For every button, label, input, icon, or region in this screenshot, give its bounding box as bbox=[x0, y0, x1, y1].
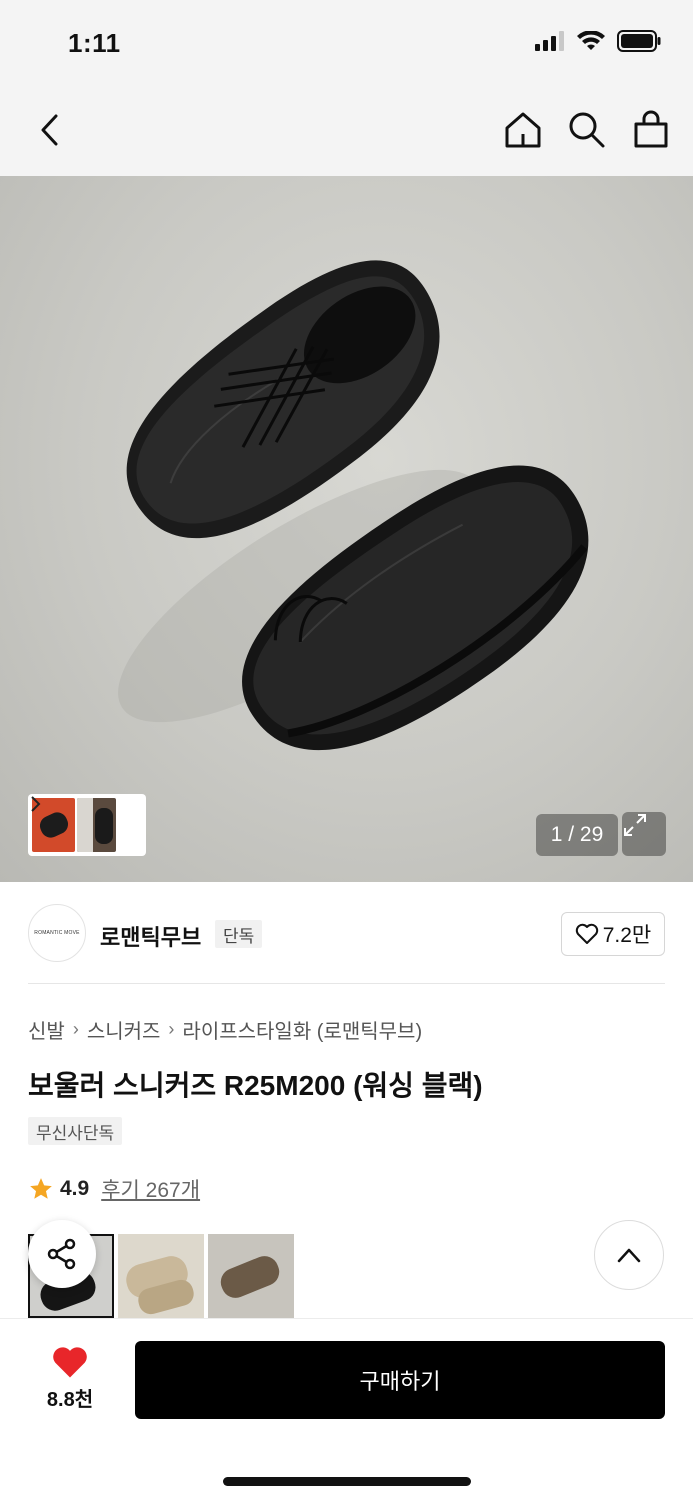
review-thumb[interactable] bbox=[118, 1234, 204, 1318]
status-bar: 1:11 bbox=[0, 0, 693, 88]
breadcrumb-item[interactable]: 라이프스타일화 (로맨틱무브) bbox=[182, 1015, 422, 1044]
nav-actions bbox=[501, 106, 673, 154]
heart-outline-icon bbox=[575, 923, 598, 944]
divider bbox=[28, 983, 665, 984]
review-link[interactable]: 후기 267개 bbox=[101, 1174, 200, 1204]
wishlist-count: 8.8천 bbox=[46, 1389, 94, 1411]
home-icon bbox=[505, 112, 541, 148]
brand-exclusive-tag: 단독 bbox=[215, 920, 263, 948]
share-button[interactable] bbox=[28, 1220, 96, 1288]
rating-value: 4.9 bbox=[60, 1177, 90, 1200]
brand-like-count: 7.2만 bbox=[602, 924, 652, 947]
expand-button[interactable] bbox=[622, 812, 666, 856]
color-variant-strip[interactable] bbox=[28, 794, 146, 856]
chevron-left-icon bbox=[41, 114, 58, 146]
review-thumb[interactable] bbox=[208, 1234, 294, 1318]
wifi-icon bbox=[577, 31, 605, 50]
chevron-up-icon bbox=[617, 1248, 641, 1263]
cart-button[interactable] bbox=[629, 106, 673, 154]
image-page-counter: 1 / 29 bbox=[536, 814, 618, 856]
scroll-top-button[interactable] bbox=[594, 1220, 664, 1290]
back-button[interactable] bbox=[28, 106, 72, 154]
buy-button[interactable]: 구매하기 bbox=[135, 1341, 665, 1419]
variant-more-button[interactable] bbox=[31, 796, 142, 852]
wishlist-button[interactable]: 8.8천 bbox=[30, 1345, 110, 1417]
chevron-right-icon bbox=[31, 796, 41, 812]
chevron-right-icon: › bbox=[168, 1019, 175, 1039]
home-button[interactable] bbox=[501, 106, 545, 154]
expand-icon bbox=[624, 814, 646, 836]
variant-thumb-2[interactable] bbox=[77, 798, 117, 852]
star-icon bbox=[30, 1178, 52, 1199]
brand-name[interactable]: 로맨틱무브 bbox=[100, 920, 201, 952]
heart-filled-icon bbox=[53, 1347, 87, 1378]
exclusive-badge: 무신사단독 bbox=[28, 1117, 123, 1145]
status-time: 1:11 bbox=[68, 28, 121, 58]
breadcrumb: 신발 › 스니커즈 › 라이프스타일화 (로맨틱무브) bbox=[28, 1015, 422, 1044]
breadcrumb-item[interactable]: 신발 bbox=[28, 1015, 65, 1044]
bottom-action-bar: 8.8천 구매하기 bbox=[0, 1318, 693, 1500]
share-icon bbox=[47, 1238, 76, 1270]
brand-logo[interactable]: ROMANTIC MOVE bbox=[28, 904, 86, 962]
search-button[interactable] bbox=[565, 106, 609, 154]
signal-icon bbox=[535, 31, 564, 51]
product-image-gallery[interactable]: 1 / 29 bbox=[0, 176, 693, 882]
search-icon bbox=[569, 112, 605, 148]
brand-logo-text: ROMANTIC MOVE bbox=[34, 930, 80, 936]
product-photo bbox=[118, 260, 589, 750]
chevron-right-icon: › bbox=[72, 1019, 79, 1039]
home-indicator bbox=[223, 1477, 471, 1486]
nav-bar bbox=[0, 88, 693, 176]
product-title: 보울러 스니커즈 R25M200 (워싱 블랙) bbox=[28, 1070, 483, 1101]
status-icons bbox=[535, 30, 661, 52]
breadcrumb-item[interactable]: 스니커즈 bbox=[87, 1015, 161, 1044]
battery-icon bbox=[617, 30, 661, 52]
shopping-bag-icon bbox=[634, 110, 668, 148]
brand-like-button[interactable]: 7.2만 bbox=[561, 912, 665, 956]
brand-row: ROMANTIC MOVE 로맨틱무브 단독 7.2만 bbox=[28, 904, 665, 964]
rating-row: 4.9 후기 267개 bbox=[28, 1174, 200, 1204]
